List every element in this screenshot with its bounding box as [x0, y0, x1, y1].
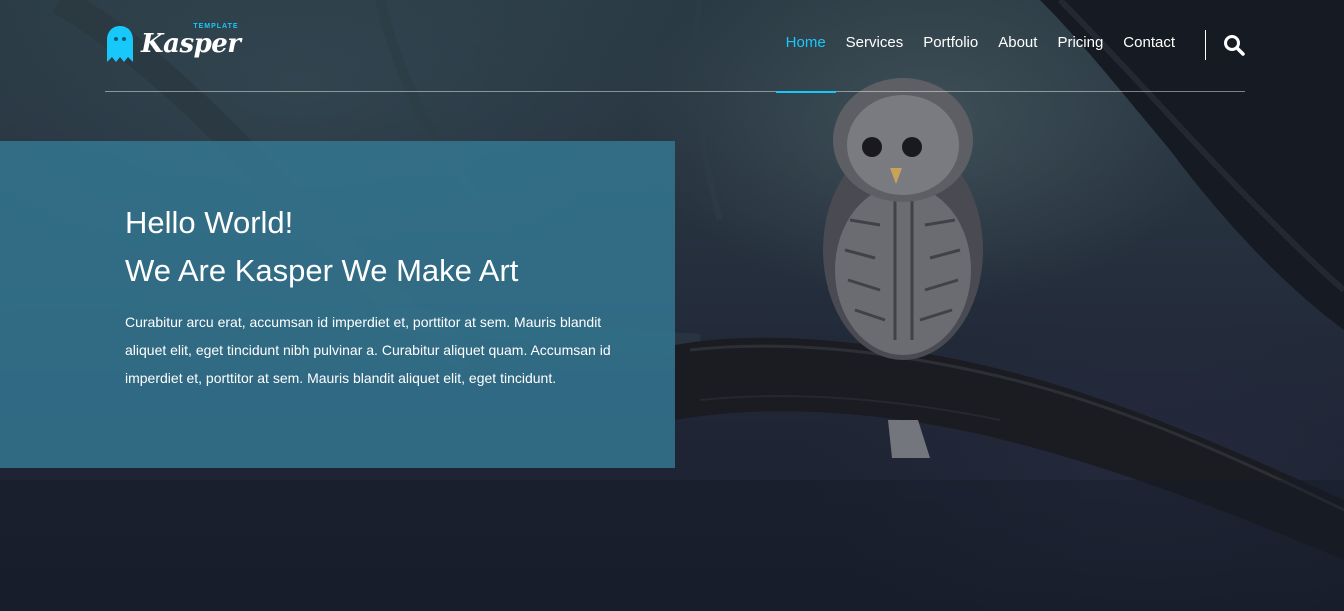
- nav-pricing[interactable]: Pricing: [1057, 34, 1103, 51]
- nav-portfolio[interactable]: Portfolio: [923, 34, 978, 51]
- nav-about[interactable]: About: [998, 34, 1037, 51]
- logo-tag: TEMPLATE: [193, 23, 239, 30]
- nav-home[interactable]: Home: [775, 34, 836, 93]
- hero-box: Hello World! We Are Kasper We Make Art C…: [0, 141, 675, 468]
- nav-contact[interactable]: Contact: [1123, 34, 1175, 51]
- nav-services[interactable]: Services: [846, 34, 904, 51]
- search-icon[interactable]: [1223, 34, 1245, 56]
- hero-text: Curabitur arcu erat, accumsan id imperdi…: [125, 314, 611, 386]
- site-header: Kasper TEMPLATE Home Services Portfolio …: [105, 0, 1245, 93]
- ghost-icon: [105, 26, 135, 62]
- main-nav: Home Services Portfolio About Pricing Co…: [775, 34, 1175, 93]
- hero-title: Hello World! We Are Kasper We Make Art: [125, 199, 518, 295]
- logo[interactable]: Kasper TEMPLATE: [105, 23, 241, 64]
- nav-divider: [1205, 30, 1206, 60]
- hero-title-line2: We Are Kasper We Make Art: [125, 253, 519, 288]
- logo-wordmark: Kasper TEMPLATE: [141, 23, 241, 59]
- hero-title-line1: Hello World!: [125, 205, 294, 240]
